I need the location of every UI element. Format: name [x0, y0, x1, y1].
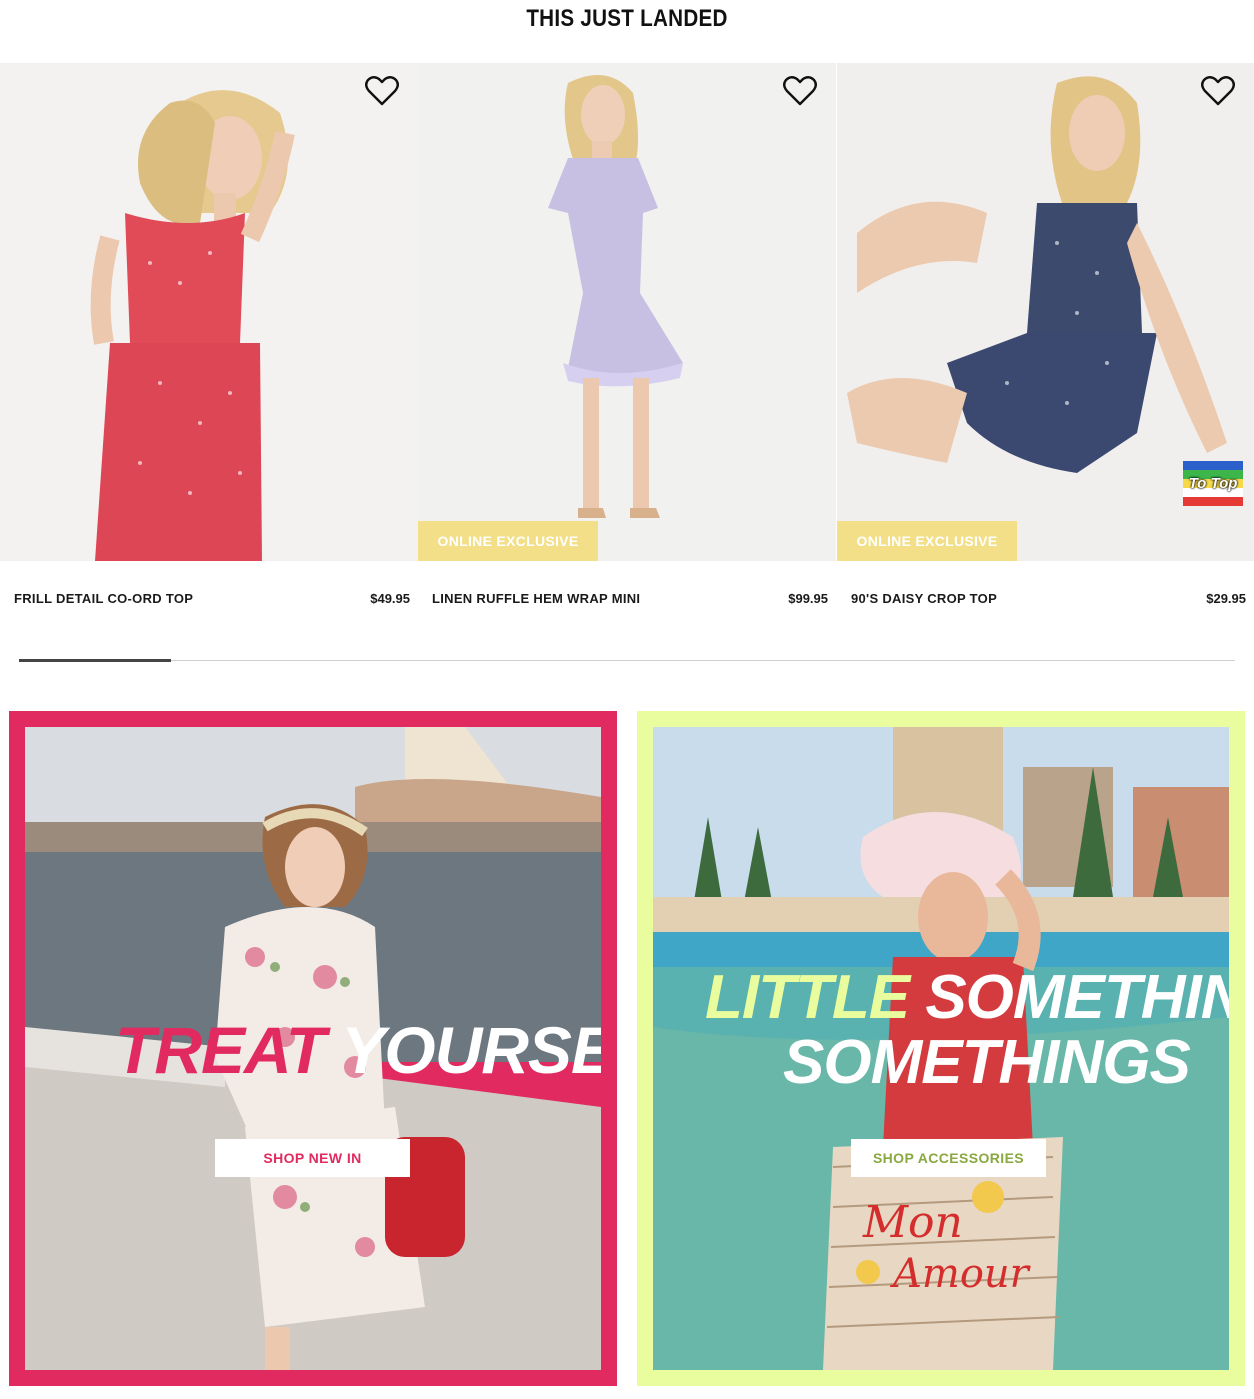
product-image[interactable] — [0, 63, 418, 561]
promo-headline: TREAT YOURSELF — [115, 1017, 601, 1083]
product-image[interactable]: ONLINE EXCLUSIVE — [418, 63, 836, 561]
product-carousel: FRILL DETAIL CO-ORD TOP $49.95 ONLINE EX… — [0, 63, 1254, 623]
product-name[interactable]: FRILL DETAIL CO-ORD TOP — [14, 591, 193, 606]
online-exclusive-badge: ONLINE EXCLUSIVE — [837, 521, 1017, 561]
to-top-label: To Top — [1188, 475, 1238, 492]
online-exclusive-badge: ONLINE EXCLUSIVE — [418, 521, 598, 561]
heart-outline-icon[interactable] — [1200, 73, 1236, 109]
product-card[interactable]: ONLINE EXCLUSIVE LINEN RUFFLE HEM WRAP M… — [418, 63, 836, 623]
carousel-progress-fill — [19, 659, 171, 662]
heart-outline-icon[interactable] — [364, 73, 400, 109]
heart-outline-icon[interactable] — [782, 73, 818, 109]
shop-accessories-button[interactable]: SHOP ACCESSORIES — [851, 1139, 1046, 1177]
svg-text:Mon: Mon — [862, 1197, 963, 1248]
product-meta: LINEN RUFFLE HEM WRAP MINI $99.95 — [418, 591, 836, 615]
promo-image[interactable]: Mon Amour LITTLE SOMETHING, SOMETHINGS S… — [653, 727, 1229, 1370]
product-price: $99.95 — [788, 591, 828, 606]
promo-headline-accent: TREAT — [115, 1013, 326, 1087]
product-price: $29.95 — [1206, 591, 1246, 606]
promo-headline-line2: SOMETHINGS — [783, 1028, 1191, 1097]
svg-text:Amour: Amour — [889, 1251, 1032, 1297]
shop-new-in-button[interactable]: SHOP NEW IN — [215, 1139, 410, 1177]
section-title: THIS JUST LANDED — [526, 5, 728, 32]
product-price: $49.95 — [370, 591, 410, 606]
promo-treat-yourself[interactable]: TREAT YOURSELF SHOP NEW IN — [9, 711, 617, 1386]
product-name[interactable]: 90'S DAISY CROP TOP — [851, 591, 997, 606]
product-card[interactable]: FRILL DETAIL CO-ORD TOP $49.95 — [0, 63, 418, 623]
promo-headline-accent: LITTLE — [705, 963, 910, 1032]
promo-headline: LITTLE SOMETHING, — [705, 967, 1229, 1029]
promo-little-something[interactable]: Mon Amour LITTLE SOMETHING, SOMETHINGS S… — [637, 711, 1245, 1386]
promo-headline-rest: YOURSELF — [341, 1013, 601, 1087]
product-name[interactable]: LINEN RUFFLE HEM WRAP MINI — [432, 591, 640, 606]
product-meta: FRILL DETAIL CO-ORD TOP $49.95 — [0, 591, 418, 615]
promo-headline-rest: SOMETHING, — [925, 963, 1229, 1032]
product-card[interactable]: ONLINE EXCLUSIVE 90'S DAISY CROP TOP $29… — [837, 63, 1254, 623]
product-meta: 90'S DAISY CROP TOP $29.95 — [837, 591, 1254, 615]
carousel-progress[interactable] — [19, 659, 1235, 662]
promo-image[interactable]: TREAT YOURSELF SHOP NEW IN — [25, 727, 601, 1370]
to-top-button[interactable]: To Top — [1183, 461, 1243, 506]
